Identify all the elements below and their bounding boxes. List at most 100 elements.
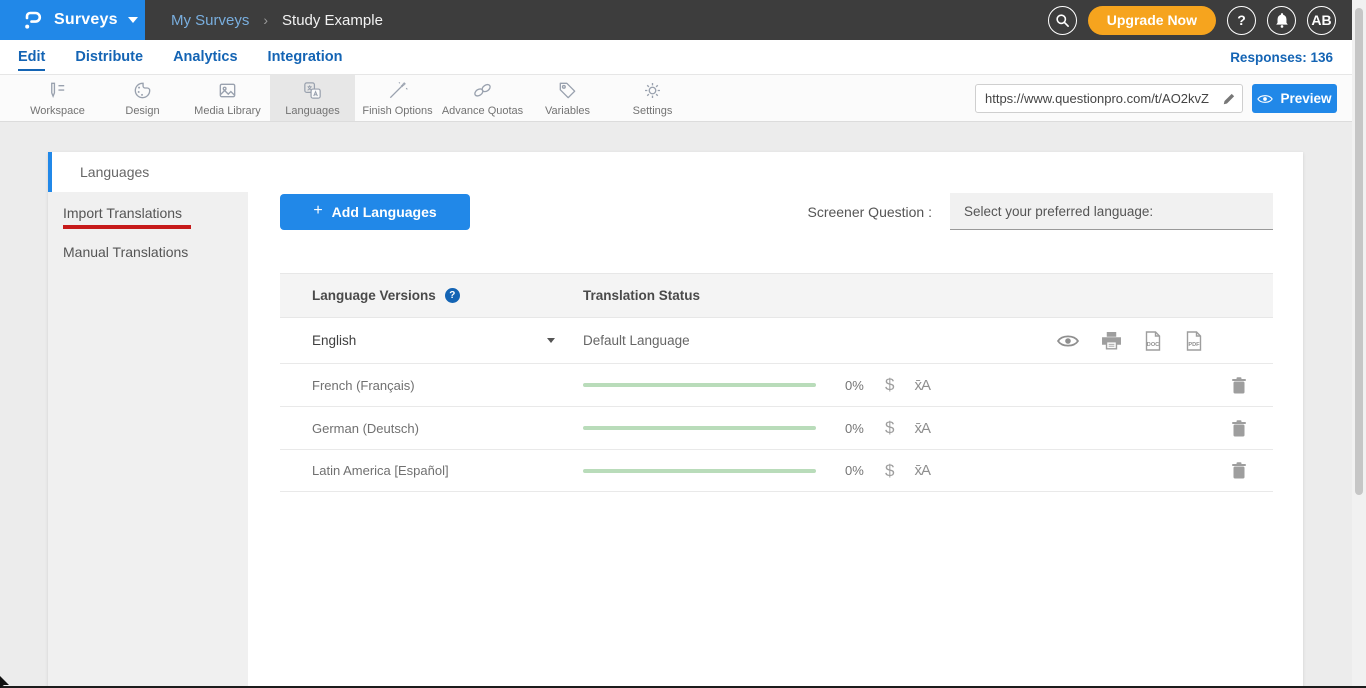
languages-table: Language Versions ? Translation Status E… — [280, 273, 1273, 492]
delete-language-button[interactable] — [1232, 462, 1246, 479]
top-bar-actions: Upgrade Now ? AB — [1048, 6, 1366, 35]
preview-button[interactable]: Preview — [1252, 84, 1337, 113]
sidebar-item-languages[interactable]: Languages — [48, 152, 248, 192]
search-icon — [1055, 13, 1070, 28]
tab-edit[interactable]: Edit — [18, 43, 45, 71]
toolbar-label: Variables — [545, 105, 590, 117]
toolbar-item-media-library[interactable]: Media Library — [185, 75, 270, 121]
tab-distribute[interactable]: Distribute — [75, 43, 143, 71]
default-language-name: English — [312, 333, 356, 348]
table-row-german: German (Deutsch) 0% $ x̄A — [280, 406, 1273, 449]
toolbar-item-languages[interactable]: Languages — [270, 75, 355, 121]
table-row-french: French (Français) 0% $ x̄A — [280, 363, 1273, 406]
sidebar-item-manual-translations[interactable]: Manual Translations — [48, 232, 248, 271]
toolbar-label: Workspace — [30, 105, 85, 117]
export-doc-button[interactable]: DOC — [1144, 331, 1162, 351]
doc-label: DOC — [1147, 342, 1159, 348]
notifications-button[interactable] — [1267, 6, 1296, 35]
eye-icon — [1257, 94, 1273, 104]
column-language-versions: Language Versions ? — [312, 288, 583, 303]
auto-translate-button[interactable]: x̄A — [914, 377, 930, 394]
chain-links-icon — [471, 79, 494, 102]
paid-translation-button[interactable]: $ — [885, 375, 894, 395]
view-survey-button[interactable] — [1057, 334, 1079, 348]
chevron-down-icon — [547, 338, 555, 343]
product-switcher[interactable]: Surveys — [0, 0, 145, 40]
languages-panel: + Add Languages Screener Question : Sele… — [280, 152, 1273, 688]
print-button[interactable] — [1102, 332, 1121, 350]
pdf-file-icon: PDF — [1185, 331, 1203, 351]
auto-translate-button[interactable]: x̄A — [914, 462, 930, 479]
column-label: Language Versions — [312, 288, 436, 303]
survey-url-box — [975, 84, 1243, 113]
search-button[interactable] — [1048, 6, 1077, 35]
table-header-row: Language Versions ? Translation Status — [280, 273, 1273, 318]
toolbar-label: Design — [125, 105, 159, 117]
doc-file-icon: DOC — [1144, 331, 1162, 351]
auto-translate-button[interactable]: x̄A — [914, 420, 930, 437]
column-translation-status: Translation Status — [583, 288, 1273, 303]
table-row-default-language: English Default Language — [280, 318, 1273, 363]
panel-top-row: + Add Languages Screener Question : Sele… — [280, 193, 1273, 230]
language-name: German (Deutsch) — [312, 421, 419, 436]
screener-question-label: Screener Question : — [807, 204, 932, 220]
toolbar-item-workspace[interactable]: Workspace — [15, 75, 100, 121]
column-label: Translation Status — [583, 288, 700, 303]
help-button[interactable]: ? — [1227, 6, 1256, 35]
questionpro-logo-icon — [20, 8, 44, 32]
toolbar-item-variables[interactable]: Variables — [525, 75, 610, 121]
progress-percent: 0% — [845, 421, 871, 436]
add-languages-button[interactable]: + Add Languages — [280, 194, 470, 230]
translation-progress-bar — [583, 383, 816, 387]
top-bar: Surveys My Surveys › Study Example Upgra… — [0, 0, 1366, 40]
product-name: Surveys — [54, 11, 118, 29]
annotation-red-underline — [63, 225, 191, 229]
export-pdf-button[interactable]: PDF — [1185, 331, 1203, 351]
responses-count[interactable]: Responses: 136 — [1230, 50, 1366, 65]
toolbar-item-advance-quotas[interactable]: Advance Quotas — [440, 75, 525, 121]
translation-progress-bar — [583, 469, 816, 473]
default-language-dropdown[interactable]: English — [312, 333, 583, 348]
trash-icon — [1232, 462, 1246, 479]
bell-icon — [1275, 13, 1289, 28]
toolbar-item-design[interactable]: Design — [100, 75, 185, 121]
page-scrollbar — [1352, 0, 1366, 688]
toolbar-item-settings[interactable]: Settings — [610, 75, 695, 121]
palette-icon — [131, 79, 154, 102]
survey-url-input[interactable] — [976, 91, 1216, 106]
help-icon[interactable]: ? — [445, 288, 460, 303]
sidebar-item-label: Import Translations — [63, 205, 182, 221]
paid-translation-button[interactable]: $ — [885, 461, 894, 481]
avatar[interactable]: AB — [1307, 6, 1336, 35]
toolbar-label: Languages — [285, 105, 339, 117]
breadcrumb-my-surveys[interactable]: My Surveys — [171, 12, 249, 29]
editor-toolbar: Workspace Design Media Library Languages — [0, 75, 1366, 122]
languages-card: Languages Import Translations Manual Tra… — [48, 152, 1303, 688]
toolbar-item-finish-options[interactable]: Finish Options — [355, 75, 440, 121]
screener-question-group: Screener Question : Select your preferre… — [807, 193, 1273, 230]
tab-integration[interactable]: Integration — [268, 43, 343, 71]
progress-percent: 0% — [845, 463, 871, 478]
magic-wand-icon — [386, 79, 409, 102]
language-name: Latin America [Español] — [312, 463, 449, 478]
upgrade-now-button[interactable]: Upgrade Now — [1088, 6, 1216, 35]
default-row-actions: DOC PDF — [1057, 331, 1273, 351]
screener-question-select[interactable]: Select your preferred language: — [950, 193, 1273, 230]
plus-icon: + — [313, 202, 322, 220]
language-name: French (Français) — [312, 378, 415, 393]
trash-icon — [1232, 420, 1246, 437]
printer-icon — [1102, 332, 1121, 350]
translate-icon — [301, 79, 324, 102]
delete-language-button[interactable] — [1232, 377, 1246, 394]
paid-translation-button[interactable]: $ — [885, 418, 894, 438]
edit-url-button[interactable] — [1216, 92, 1242, 106]
pencil-icon — [1222, 92, 1236, 106]
languages-sidebar: Languages Import Translations Manual Tra… — [48, 152, 248, 688]
delete-language-button[interactable] — [1232, 420, 1246, 437]
sidebar-item-import-translations[interactable]: Import Translations — [48, 193, 248, 232]
workspace-icon — [46, 79, 69, 102]
tag-icon — [556, 79, 579, 102]
toolbar-label: Advance Quotas — [442, 105, 523, 117]
tab-analytics[interactable]: Analytics — [173, 43, 237, 71]
scrollbar-thumb[interactable] — [1355, 8, 1363, 495]
